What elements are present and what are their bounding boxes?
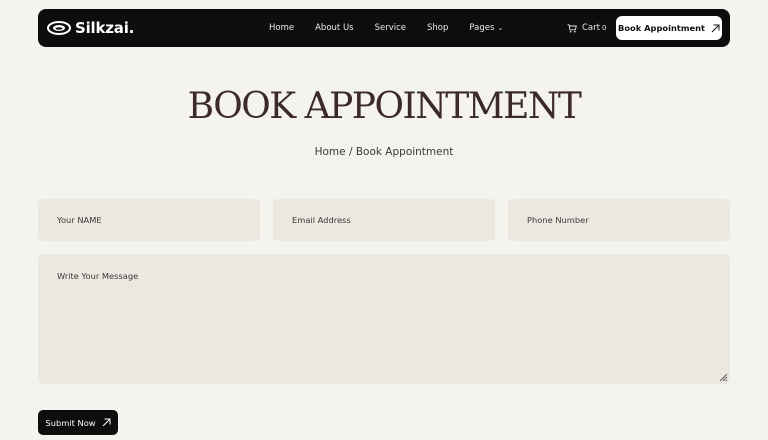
submit-button[interactable]: Submit Now xyxy=(38,410,118,435)
nav-link-about[interactable]: About Us xyxy=(315,23,353,33)
cart-link[interactable]: Cart 0 xyxy=(567,9,606,47)
chevron-down-icon: ⌄ xyxy=(497,24,504,32)
cart-count-badge: 0 xyxy=(601,24,607,32)
resize-handle-icon[interactable] xyxy=(718,372,728,382)
phone-placeholder: Phone Number xyxy=(527,215,589,225)
brand-logo[interactable]: Silkzai. xyxy=(47,18,134,38)
main-nav: Home About Us Service Shop Pages ⌄ xyxy=(269,9,524,47)
nav-link-pages-label: Pages xyxy=(469,23,495,33)
email-placeholder: Email Address xyxy=(292,215,351,225)
page-title: BOOK APPOINTMENT xyxy=(187,86,582,127)
phone-input[interactable]: Phone Number xyxy=(508,199,730,241)
name-input[interactable]: Your NAME xyxy=(38,199,260,241)
breadcrumb[interactable]: Home / Book Appointment xyxy=(0,146,768,158)
nav-link-pages[interactable]: Pages ⌄ xyxy=(469,23,503,33)
book-appointment-label: Book Appointment xyxy=(618,23,705,33)
cart-icon xyxy=(567,23,577,32)
top-navbar: Silkzai. Home About Us Service Shop Page… xyxy=(38,9,730,47)
arrow-up-right-icon xyxy=(711,24,720,32)
name-placeholder: Your NAME xyxy=(57,215,102,225)
nav-link-home[interactable]: Home xyxy=(269,23,294,33)
book-appointment-button[interactable]: Book Appointment xyxy=(616,16,722,40)
arrow-up-right-icon xyxy=(102,418,111,427)
email-input[interactable]: Email Address xyxy=(273,199,495,241)
logo-icon xyxy=(47,21,71,35)
brand-name: Silkzai. xyxy=(75,19,135,37)
message-placeholder: Write Your Message xyxy=(57,271,139,281)
cart-label: Cart xyxy=(582,23,600,33)
submit-label: Submit Now xyxy=(45,417,96,428)
nav-link-service[interactable]: Service xyxy=(375,23,406,33)
message-textarea[interactable]: Write Your Message xyxy=(38,254,730,384)
nav-link-shop[interactable]: Shop xyxy=(427,23,448,33)
